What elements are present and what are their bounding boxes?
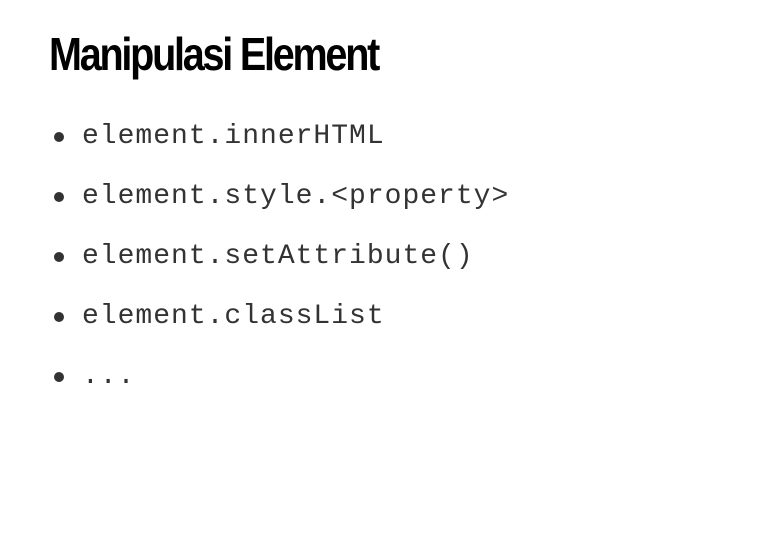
bullet-dot-icon (54, 312, 64, 322)
list-item: element.innerHTML (54, 107, 509, 167)
slide-title: Manipulasi Element (49, 28, 380, 80)
list-item: element.setAttribute() (54, 227, 509, 287)
bullet-text: ... (82, 361, 136, 392)
bullet-dot-icon (54, 372, 64, 382)
bullet-dot-icon (54, 192, 64, 202)
bullet-dot-icon (54, 132, 64, 142)
bullet-list: element.innerHTML element.style.<propert… (54, 107, 509, 407)
list-item: element.style.<property> (54, 167, 509, 227)
bullet-text: element.style.<property> (82, 181, 510, 212)
list-item: ... (54, 347, 509, 407)
slide: Manipulasi Element element.innerHTML ele… (0, 0, 768, 555)
bullet-text: element.setAttribute() (82, 241, 474, 272)
bullet-text: element.classList (82, 301, 385, 332)
bullet-text: element.innerHTML (82, 121, 385, 152)
list-item: element.classList (54, 287, 509, 347)
bullet-dot-icon (54, 252, 64, 262)
